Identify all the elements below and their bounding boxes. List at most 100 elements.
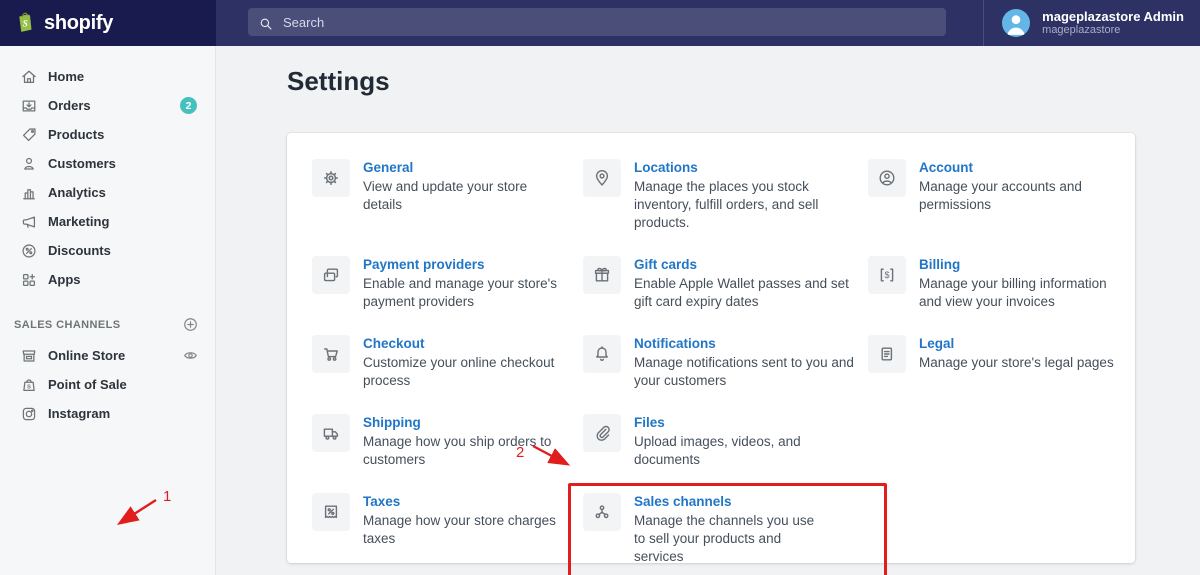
gear-icon <box>312 159 350 197</box>
add-sales-channel-button[interactable] <box>182 316 199 333</box>
settings-item-description: Enable and manage your store's payment p… <box>363 276 557 309</box>
sidebar-item-label: Apps <box>48 272 81 287</box>
settings-grid-item[interactable]: Checkout Customize your online checkout … <box>312 335 583 390</box>
sidebar-item[interactable]: Orders 2 <box>0 91 215 120</box>
topbar: S shopify mageplazastore Admin mageplaza… <box>0 0 1200 46</box>
sidebar-channel-label: Instagram <box>48 406 111 421</box>
settings-item-title[interactable]: Files <box>634 414 854 431</box>
settings-grid-item[interactable]: Shipping Manage how you ship orders to c… <box>312 414 583 469</box>
settings-grid-item[interactable]: Gift cards Enable Apple Wallet passes an… <box>583 256 868 311</box>
sidebar-item[interactable]: Analytics <box>0 178 215 207</box>
settings-item-description: Manage the places you stock inventory, f… <box>634 179 819 230</box>
search-input[interactable] <box>283 14 936 30</box>
customers-icon <box>20 155 38 173</box>
sidebar-item-label: Marketing <box>48 214 110 229</box>
legal-icon <box>868 335 906 373</box>
settings-item-description: Manage how your store charges taxes <box>363 513 556 546</box>
plus-circle-icon <box>182 316 199 333</box>
page-title: Settings <box>287 66 390 96</box>
settings-item-title[interactable]: Account <box>919 159 1115 176</box>
sidebar-item-label: Products <box>48 127 105 142</box>
sidebar-item-label: Customers <box>48 156 116 171</box>
settings-item-title[interactable]: Shipping <box>363 414 558 431</box>
eye-icon[interactable] <box>182 347 199 364</box>
settings-item-description: Manage your store's legal pages <box>919 355 1114 370</box>
settings-grid-item[interactable]: Sales channels Manage the channels you u… <box>568 483 887 575</box>
settings-item-description: Manage your accounts and permissions <box>919 179 1082 212</box>
account-icon <box>868 159 906 197</box>
settings-item-description: Manage notifications sent to you and you… <box>634 355 854 388</box>
settings-item-description: Manage how you ship orders to customers <box>363 434 552 467</box>
sidebar-item[interactable]: Customers <box>0 149 215 178</box>
home-icon <box>20 68 38 86</box>
apps-icon <box>20 271 38 289</box>
sidebar-channel-item[interactable]: Instagram <box>0 399 215 428</box>
settings-item-title[interactable]: Sales channels <box>634 493 829 510</box>
gift-icon <box>583 256 621 294</box>
sidebar-item-label: Orders <box>48 98 91 113</box>
settings-card: General View and update your store detai… <box>287 133 1135 575</box>
settings-item-title[interactable]: Taxes <box>363 493 568 510</box>
online-store-icon <box>20 347 38 365</box>
analytics-icon <box>20 184 38 202</box>
taxes-icon <box>312 493 350 531</box>
sidebar-item-label: Home <box>48 69 85 84</box>
settings-item-description: Customize your online checkout process <box>363 355 555 388</box>
shopify-logo-icon: S <box>14 11 37 36</box>
settings-grid-item[interactable]: $ Billing Manage your billing informatio… <box>868 256 1115 311</box>
shopify-wordmark: shopify <box>44 11 114 34</box>
sidebar-channel-item[interactable]: Online Store <box>0 341 215 370</box>
settings-item-title[interactable]: Locations <box>634 159 854 176</box>
location-pin-icon <box>583 159 621 197</box>
svg-text:S: S <box>27 384 31 390</box>
svg-text:S: S <box>23 19 28 29</box>
settings-item-description: View and update your store details <box>363 179 528 212</box>
settings-grid-item[interactable]: Notifications Manage notifications sent … <box>583 335 868 390</box>
settings-grid-item[interactable]: Account Manage your accounts and permiss… <box>868 159 1115 232</box>
settings-item-description: Upload images, videos, and documents <box>634 434 801 467</box>
sidebar-item-label: Discounts <box>48 243 111 258</box>
settings-item-description: Manage the channels you use to sell your… <box>634 513 815 564</box>
svg-text:$: $ <box>884 270 889 280</box>
sidebar-channel-label: Point of Sale <box>48 377 127 392</box>
settings-item-title[interactable]: Notifications <box>634 335 854 352</box>
sidebar-item[interactable]: Apps <box>0 265 215 294</box>
settings-item-title[interactable]: Gift cards <box>634 256 854 273</box>
settings-grid-item[interactable]: Locations Manage the places you stock in… <box>583 159 868 232</box>
user-menu[interactable]: mageplazastore Admin mageplazastore <box>983 0 1200 46</box>
sidebar-item[interactable]: Marketing <box>0 207 215 236</box>
settings-item-title[interactable]: Payment providers <box>363 256 558 273</box>
cart-icon <box>312 335 350 373</box>
settings-grid-item[interactable]: Files Upload images, videos, and documen… <box>583 414 868 469</box>
billing-icon: $ <box>868 256 906 294</box>
sidebar-item[interactable]: Home <box>0 62 215 91</box>
settings-grid-item[interactable]: Legal Manage your store's legal pages <box>868 335 1115 390</box>
settings-grid-item[interactable]: Payment providers Enable and manage your… <box>312 256 583 311</box>
settings-grid-item[interactable]: General View and update your store detai… <box>312 159 583 232</box>
sidebar-item[interactable]: Products <box>0 120 215 149</box>
settings-grid-item[interactable]: Taxes Manage how your store charges taxe… <box>312 493 583 566</box>
paperclip-icon <box>583 414 621 452</box>
sidebar: Home Orders 2 Products Customers Analyti… <box>0 46 216 575</box>
global-search[interactable] <box>248 8 946 36</box>
settings-item-title[interactable]: Billing <box>919 256 1115 273</box>
settings-item-title[interactable]: General <box>363 159 558 176</box>
topbar-brand-area: S shopify <box>0 0 216 46</box>
sidebar-item[interactable]: Discounts <box>0 236 215 265</box>
payment-icon <box>312 256 350 294</box>
sidebar-channel-item[interactable]: S Point of Sale <box>0 370 215 399</box>
settings-item-description: Enable Apple Wallet passes and set gift … <box>634 276 849 309</box>
settings-item-title[interactable]: Legal <box>919 335 1114 352</box>
sales-channels-heading: SALES CHANNELS <box>14 318 121 331</box>
marketing-icon <box>20 213 38 231</box>
shopify-admin-window: S shopify mageplazastore Admin mageplaza… <box>0 0 1200 575</box>
shopify-logo[interactable]: S shopify <box>14 11 113 36</box>
user-name: mageplazastore Admin <box>1042 9 1184 24</box>
discounts-icon <box>20 242 38 260</box>
sales-channels-icon <box>583 493 621 531</box>
point-of-sale-icon: S <box>20 376 38 394</box>
person-icon <box>1002 9 1031 37</box>
sidebar-channel-label: Online Store <box>48 348 126 363</box>
truck-icon <box>312 414 350 452</box>
settings-item-title[interactable]: Checkout <box>363 335 558 352</box>
